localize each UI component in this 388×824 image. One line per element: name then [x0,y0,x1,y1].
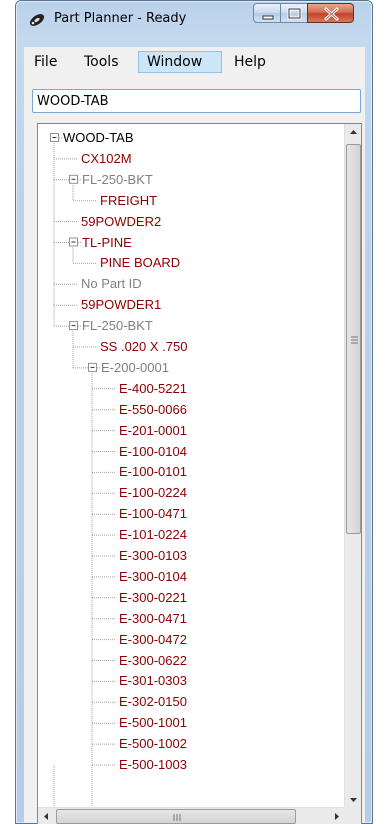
arrow-down-icon[interactable] [345,791,362,808]
tree-node[interactable]: E-300-0471 [119,611,187,627]
tree-node[interactable]: E-300-0472 [119,632,187,648]
horizontal-scrollbar[interactable] [38,807,345,824]
tree-node[interactable]: 59POWDER2 [81,214,161,230]
menu-window[interactable]: Window [138,51,222,73]
tree-node[interactable]: 59POWDER1 [81,297,161,313]
collapse-icon[interactable] [69,321,78,331]
app-window: Part Planner - Ready File Tools Window H… [15,0,373,824]
tree-node[interactable]: E-550-0066 [119,402,187,418]
tree-node[interactable]: FL-250-BKT [82,318,153,334]
menu-tools[interactable]: Tools [76,51,127,73]
tree-node[interactable]: E-300-0622 [119,653,187,669]
minimize-icon [262,15,274,20]
tree-node[interactable]: SS .020 X .750 [100,339,187,355]
maximize-icon [287,7,302,20]
tree-node[interactable]: CX102M [81,151,132,167]
minimize-button[interactable] [253,3,281,23]
tree-node[interactable]: E-100-0224 [119,485,187,501]
scrollbar-corner [344,807,361,824]
tree-node[interactable]: E-100-0471 [119,506,187,522]
tree-node[interactable]: FREIGHT [100,193,157,209]
tree-node[interactable]: E-201-0001 [119,423,187,439]
tree-node[interactable]: E-300-0221 [119,590,187,606]
collapse-icon[interactable] [88,362,97,372]
close-icon [324,7,339,21]
tree-node[interactable]: E-200-0001 [101,360,169,376]
collapse-icon[interactable] [50,133,59,142]
title-bar[interactable]: Part Planner - Ready [16,1,372,39]
tree-node[interactable]: E-400-5221 [119,381,187,397]
tree-node[interactable]: PINE BOARD [100,255,180,271]
collapse-icon[interactable] [69,174,78,184]
tree-node[interactable]: E-100-0101 [119,464,187,480]
tree-node[interactable]: E-500-1002 [119,736,187,752]
arrow-right-icon[interactable] [328,808,345,824]
tree-node[interactable]: E-301-0303 [119,673,187,689]
tree-node[interactable]: E-500-1001 [119,715,187,731]
arrow-up-icon[interactable] [345,124,362,141]
arrow-left-icon[interactable] [38,808,55,824]
menu-help[interactable]: Help [226,51,274,73]
client-area: File Tools Window Help WOOD-TAB CX102M FL-… [24,47,365,824]
menu-bar: File Tools Window Help [24,47,365,77]
horizontal-scroll-thumb[interactable] [56,809,296,824]
tree-node[interactable]: E-300-0103 [119,548,187,564]
vertical-scroll-thumb[interactable] [346,144,361,534]
tree-node[interactable]: E-300-0104 [119,569,187,585]
part-tree[interactable]: WOOD-TAB CX102M FL-250-BKT FREIGHT 59POWDER2… [37,123,362,824]
tree-node[interactable]: E-101-0224 [119,527,187,543]
tree-node[interactable]: TL-PINE [82,235,132,251]
collapse-icon[interactable] [69,237,78,247]
menu-file[interactable]: File [26,51,65,73]
tree-node[interactable]: WOOD-TAB [63,130,134,146]
tree-node[interactable]: E-500-1003 [119,757,187,773]
part-search-input[interactable] [32,89,361,113]
close-button[interactable] [307,3,354,23]
grip-icon [173,814,181,821]
tree-node[interactable]: E-100-0104 [119,444,187,460]
tree-node[interactable]: FL-250-BKT [82,172,153,188]
vertical-scrollbar[interactable] [344,124,361,808]
planner-app-icon [29,14,45,26]
maximize-button[interactable] [280,3,308,23]
tree-node[interactable]: E-302-0150 [119,694,187,710]
window-title: Part Planner - Ready [54,11,187,26]
tree-node[interactable]: No Part ID [81,276,142,292]
grip-icon [351,336,358,344]
